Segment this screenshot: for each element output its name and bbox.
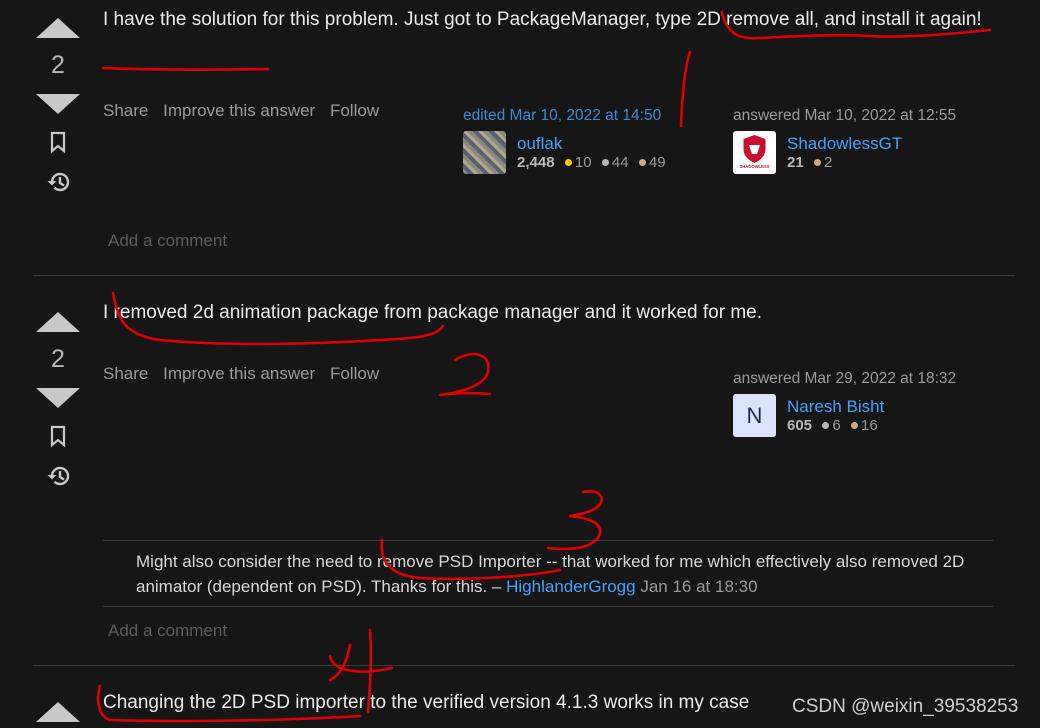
user-link[interactable]: Naresh Bisht xyxy=(787,397,884,417)
underline-mark xyxy=(101,66,270,71)
vote-cell: 2 xyxy=(30,18,86,194)
vote-count: 2 xyxy=(51,51,65,79)
share-link[interactable]: Share xyxy=(103,101,148,120)
add-comment-link[interactable]: Add a comment xyxy=(108,231,227,251)
vote-cell xyxy=(30,702,86,722)
bronze-badge: 49 xyxy=(638,154,666,171)
follow-link[interactable]: Follow xyxy=(330,364,379,383)
bookmark-icon[interactable] xyxy=(46,424,70,448)
avatar[interactable]: N xyxy=(733,394,776,437)
upvote-button[interactable] xyxy=(36,18,80,38)
bronze-badge: 2 xyxy=(814,154,832,171)
reputation: 605 xyxy=(787,416,813,434)
upvote-button[interactable] xyxy=(36,702,80,722)
editor-card: edited Mar 10, 2022 at 14:50 ouflak 2,44… xyxy=(463,107,672,174)
history-icon[interactable] xyxy=(46,170,70,194)
svg-text:SHADOWLESS: SHADOWLESS xyxy=(739,164,769,169)
answered-time: answered Mar 29, 2022 at 18:32 xyxy=(733,370,957,387)
downvote-button[interactable] xyxy=(36,94,80,114)
share-link[interactable]: Share xyxy=(103,364,148,383)
comment-time[interactable]: Jan 16 at 18:30 xyxy=(640,577,757,596)
vote-cell: 2 xyxy=(30,312,86,488)
edited-time[interactable]: edited Mar 10, 2022 at 14:50 xyxy=(463,107,672,125)
upvote-button[interactable] xyxy=(36,312,80,332)
gold-badge: 10 xyxy=(564,154,592,171)
downvote-button[interactable] xyxy=(36,388,80,408)
comment-user-link[interactable]: HighlanderGrogg xyxy=(506,577,635,596)
improve-answer-link[interactable]: Improve this answer xyxy=(163,364,315,383)
add-comment-link[interactable]: Add a comment xyxy=(108,621,227,641)
csdn-watermark: CSDN @weixin_39538253 xyxy=(792,696,1019,717)
author-card: answered Mar 10, 2022 at 12:55 SHADOWLES… xyxy=(733,107,956,174)
handwritten-2-icon xyxy=(438,352,492,397)
answer-divider xyxy=(33,275,1015,276)
answer-body: Changing the 2D PSD importer to the veri… xyxy=(103,692,750,713)
post-menu: Share Improve this answer Follow xyxy=(103,364,389,384)
bookmark-icon[interactable] xyxy=(46,130,70,154)
handwritten-1-icon xyxy=(679,50,692,128)
bronze-badge: 16 xyxy=(851,417,878,434)
shadowless-logo-icon: SHADOWLESS xyxy=(739,135,770,169)
vote-count: 2 xyxy=(51,345,65,373)
comment-divider xyxy=(103,606,993,607)
improve-answer-link[interactable]: Improve this answer xyxy=(163,101,315,120)
reputation: 21 xyxy=(787,153,804,171)
silver-badge: 6 xyxy=(822,417,841,434)
user-link[interactable]: ShadowlessGT xyxy=(787,134,902,154)
answered-time: answered Mar 10, 2022 at 12:55 xyxy=(733,107,957,124)
reputation: 2,448 xyxy=(517,153,555,171)
post-menu: Share Improve this answer Follow xyxy=(103,101,389,121)
comment: Might also consider the need to remove P… xyxy=(136,549,996,599)
author-card: answered Mar 29, 2022 at 18:32 N Naresh … xyxy=(733,370,956,437)
user-link[interactable]: ouflak xyxy=(517,134,672,154)
silver-badge: 44 xyxy=(601,154,629,171)
follow-link[interactable]: Follow xyxy=(330,101,379,120)
answer-divider xyxy=(33,665,1015,666)
history-icon[interactable] xyxy=(46,464,70,488)
comment-divider xyxy=(103,540,993,541)
answer-body: I removed 2d animation package from pack… xyxy=(103,302,763,323)
avatar[interactable] xyxy=(463,131,506,174)
answer-body: I have the solution for this problem. Ju… xyxy=(103,9,982,30)
avatar[interactable]: SHADOWLESS xyxy=(733,131,776,174)
